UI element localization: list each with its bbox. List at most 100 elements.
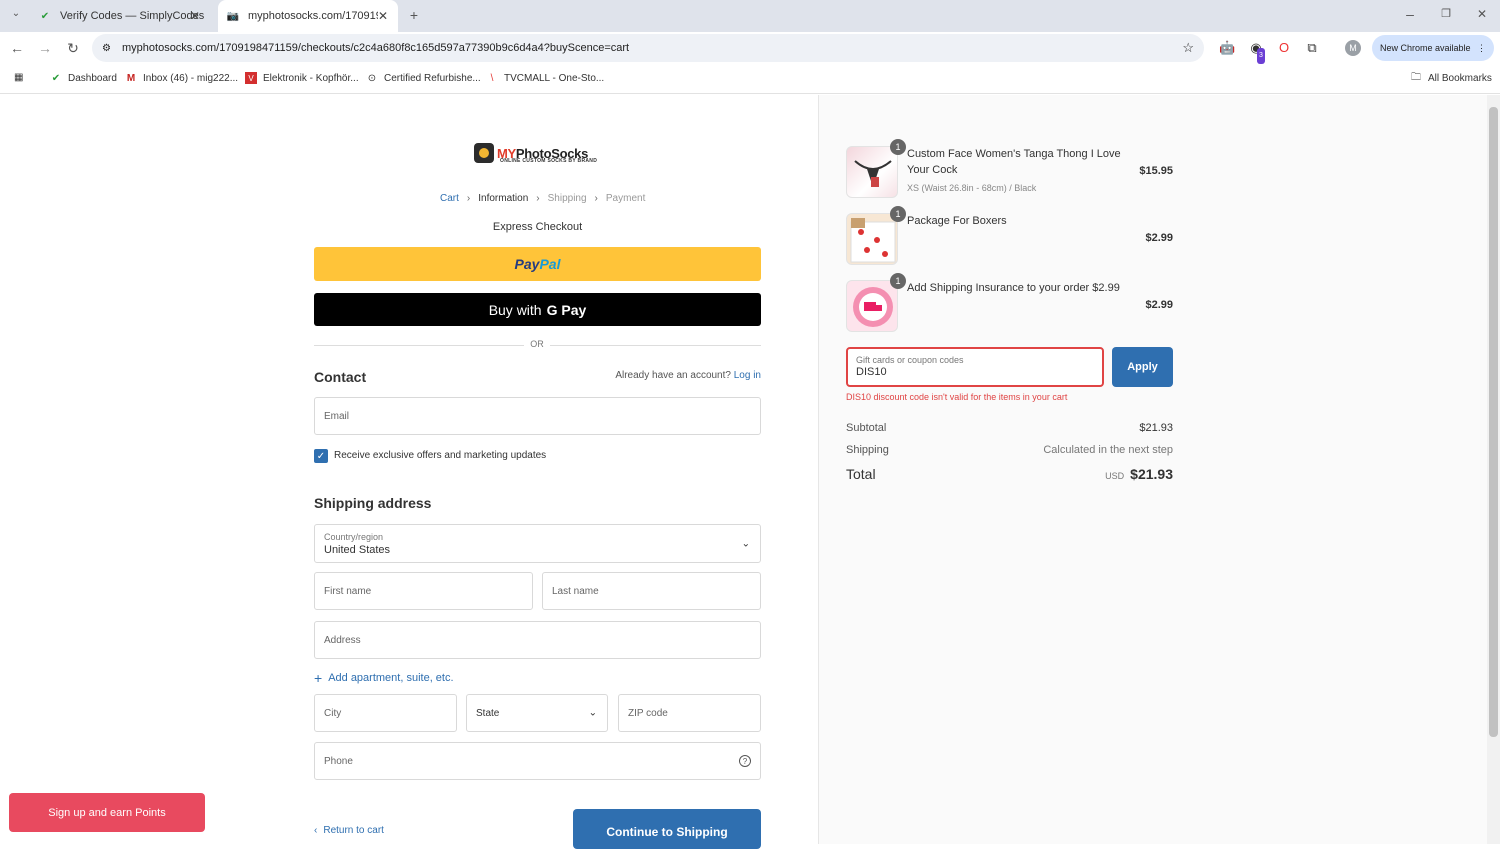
product-thumbnail bbox=[846, 280, 898, 332]
bookmark-tvcmall[interactable]: \ TVCMALL - One-Sto... bbox=[486, 72, 605, 84]
restore-icon[interactable]: ❐ bbox=[1438, 7, 1454, 20]
zip-field[interactable]: ZIP code bbox=[618, 694, 761, 732]
bookmarks-bar: ▦ ✔ Dashboard M Inbox (46) - mig222... V El… bbox=[0, 64, 1500, 94]
add-apartment-link[interactable]: + Add apartment, suite, etc. bbox=[314, 670, 454, 686]
site-info-icon[interactable]: ⚙ bbox=[102, 43, 111, 54]
myphotosocks-favicon-icon: 📷 bbox=[226, 10, 240, 22]
page-scrollbar[interactable] bbox=[1487, 95, 1500, 844]
thong-product-image bbox=[854, 160, 892, 187]
quantity-badge: 1 bbox=[890, 273, 906, 289]
dashboard-favicon-icon: ✔ bbox=[51, 72, 61, 84]
opera-icon[interactable]: O bbox=[1276, 40, 1292, 56]
help-icon[interactable]: ? bbox=[739, 755, 751, 767]
extensions-puzzle-icon[interactable]: ⧉ bbox=[1304, 40, 1320, 56]
quantity-badge: 1 bbox=[890, 139, 906, 155]
close-window-icon[interactable]: ✕ bbox=[1474, 7, 1490, 21]
total-amount: USD $21.93 bbox=[1105, 466, 1173, 482]
bookmark-elektronik[interactable]: V Elektronik - Kopfhör... bbox=[245, 72, 359, 84]
paypal-logo-pay: Pay bbox=[514, 256, 540, 272]
return-to-cart-link[interactable]: ‹ Return to cart bbox=[314, 825, 384, 836]
paypal-logo-pal: Pal bbox=[539, 256, 561, 272]
product-name: Package For Boxers bbox=[907, 215, 1007, 227]
bookmark-refurbished[interactable]: ⊙ Certified Refurbishe... bbox=[366, 72, 481, 84]
tab-verify-codes[interactable]: ✔ Verify Codes — SimplyCodes ✕ bbox=[30, 0, 210, 32]
signup-earn-points-button[interactable]: Sign up and earn Points bbox=[9, 793, 205, 832]
apply-coupon-button[interactable]: Apply bbox=[1112, 347, 1173, 387]
quantity-badge: 1 bbox=[890, 206, 906, 222]
total-row: Total USD $21.93 bbox=[846, 466, 1173, 482]
last-name-placeholder: Last name bbox=[552, 585, 599, 597]
back-icon[interactable]: ← bbox=[9, 40, 25, 56]
folder-icon: 🗀 bbox=[1411, 71, 1421, 83]
apps-grid-icon[interactable]: ▦ bbox=[14, 72, 23, 83]
bookmark-dashboard[interactable]: ✔ Dashboard bbox=[50, 72, 117, 84]
product-name: Add Shipping Insurance to your order $2.… bbox=[907, 282, 1120, 294]
extension-badge-count: 3 bbox=[1257, 48, 1265, 64]
list-item: 1 Package For Boxers $2.99 bbox=[846, 206, 1173, 267]
breadcrumb-cart[interactable]: Cart bbox=[440, 193, 459, 204]
bookmark-inbox[interactable]: M Inbox (46) - mig222... bbox=[125, 72, 238, 84]
list-item: 1 Custom Face Women's Tanga Thong I Love… bbox=[846, 139, 1173, 200]
express-checkout-label: Express Checkout bbox=[492, 221, 583, 233]
first-name-placeholder: First name bbox=[324, 585, 372, 597]
new-chrome-button[interactable]: New Chrome available ⋮ bbox=[1372, 35, 1494, 61]
country-label: Country/region bbox=[324, 531, 384, 542]
camera-logo-icon bbox=[474, 143, 494, 163]
extension-icon[interactable]: 🤖 bbox=[1219, 40, 1235, 56]
city-placeholder: City bbox=[324, 707, 342, 719]
coupon-input[interactable]: Gift cards or coupon codes DIS10 bbox=[846, 347, 1104, 387]
scrollbar-thumb[interactable] bbox=[1489, 107, 1498, 737]
first-name-field[interactable]: First name bbox=[314, 572, 533, 610]
return-to-cart-label: Return to cart bbox=[323, 825, 384, 836]
last-name-field[interactable]: Last name bbox=[542, 572, 761, 610]
new-chrome-label: New Chrome available bbox=[1380, 43, 1471, 53]
continue-to-shipping-button[interactable]: Continue to Shipping bbox=[573, 809, 761, 849]
menu-icon[interactable]: ⋮ bbox=[1477, 43, 1486, 54]
bookmark-star-icon[interactable]: ☆ bbox=[1182, 40, 1194, 56]
gpay-label: Buy with bbox=[488, 301, 542, 318]
new-tab-icon[interactable]: + bbox=[406, 7, 422, 23]
country-value: United States bbox=[324, 543, 391, 556]
marketing-checkbox-label[interactable]: Receive exclusive offers and marketing u… bbox=[334, 450, 546, 461]
all-bookmarks-label: All Bookmarks bbox=[1428, 72, 1492, 84]
profile-avatar[interactable]: M bbox=[1345, 40, 1361, 56]
already-account-text: Already have an account? bbox=[615, 370, 731, 381]
product-thumbnail bbox=[846, 146, 898, 198]
refurbished-favicon-icon: ⊙ bbox=[367, 72, 377, 84]
login-link[interactable]: Log in bbox=[734, 370, 761, 381]
city-field[interactable]: City bbox=[314, 694, 457, 732]
bookmark-label: Inbox (46) - mig222... bbox=[143, 72, 239, 84]
gmail-icon: M bbox=[126, 72, 136, 84]
zip-placeholder: ZIP code bbox=[628, 707, 668, 719]
all-bookmarks[interactable]: 🗀 All Bookmarks bbox=[1410, 72, 1492, 84]
marketing-checkbox[interactable]: ✓ bbox=[314, 449, 328, 463]
tab-search-icon[interactable]: ⌄ bbox=[8, 8, 24, 19]
breadcrumb-information: Information bbox=[478, 193, 529, 204]
url-text: myphotosocks.com/1709198471159/checkouts… bbox=[122, 42, 630, 54]
close-tab-icon[interactable]: ✕ bbox=[378, 9, 388, 23]
tab-strip: ⌄ ✔ Verify Codes — SimplyCodes ✕ 📷 mypho… bbox=[0, 0, 1500, 32]
shipping-value: Calculated in the next step bbox=[1043, 444, 1173, 456]
breadcrumb-shipping: Shipping bbox=[547, 193, 587, 204]
chevron-down-icon: ⌄ bbox=[741, 538, 750, 549]
product-name: Custom Face Women's Tanga Thong I Love Y… bbox=[907, 148, 1121, 176]
email-field[interactable]: Email bbox=[314, 397, 761, 435]
shipping-address-heading: Shipping address bbox=[314, 495, 432, 511]
reload-icon[interactable]: ↻ bbox=[65, 40, 81, 57]
state-select[interactable]: State ⌄ bbox=[466, 694, 608, 732]
extension-badge-icon[interactable]: ◉ 3 bbox=[1248, 40, 1265, 64]
country-select[interactable]: Country/region United States ⌄ bbox=[314, 524, 761, 563]
address-field[interactable]: Address bbox=[314, 621, 761, 659]
phone-field[interactable]: Phone ? bbox=[314, 742, 761, 780]
address-bar[interactable]: ⚙ myphotosocks.com/1709198471159/checkou… bbox=[92, 34, 1204, 62]
close-tab-icon[interactable]: ✕ bbox=[190, 9, 200, 23]
tab-myphotosocks[interactable]: 📷 myphotosocks.com/1709198471 ✕ bbox=[218, 0, 398, 32]
forward-icon[interactable]: → bbox=[37, 40, 53, 56]
logo-subtitle: ONLINE CUSTOM SOCKS BY BRAND bbox=[500, 158, 598, 164]
minimize-icon[interactable]: – bbox=[1402, 6, 1418, 22]
paypal-button[interactable]: Pay Pal bbox=[314, 247, 761, 281]
bookmark-label: Elektronik - Kopfhör... bbox=[263, 72, 359, 84]
google-pay-button[interactable]: Buy with G Pay bbox=[314, 293, 761, 326]
total-label: Total bbox=[846, 466, 876, 482]
store-logo[interactable]: MY PhotoSocks ONLINE CUSTOM SOCKS BY BRA… bbox=[474, 143, 597, 164]
